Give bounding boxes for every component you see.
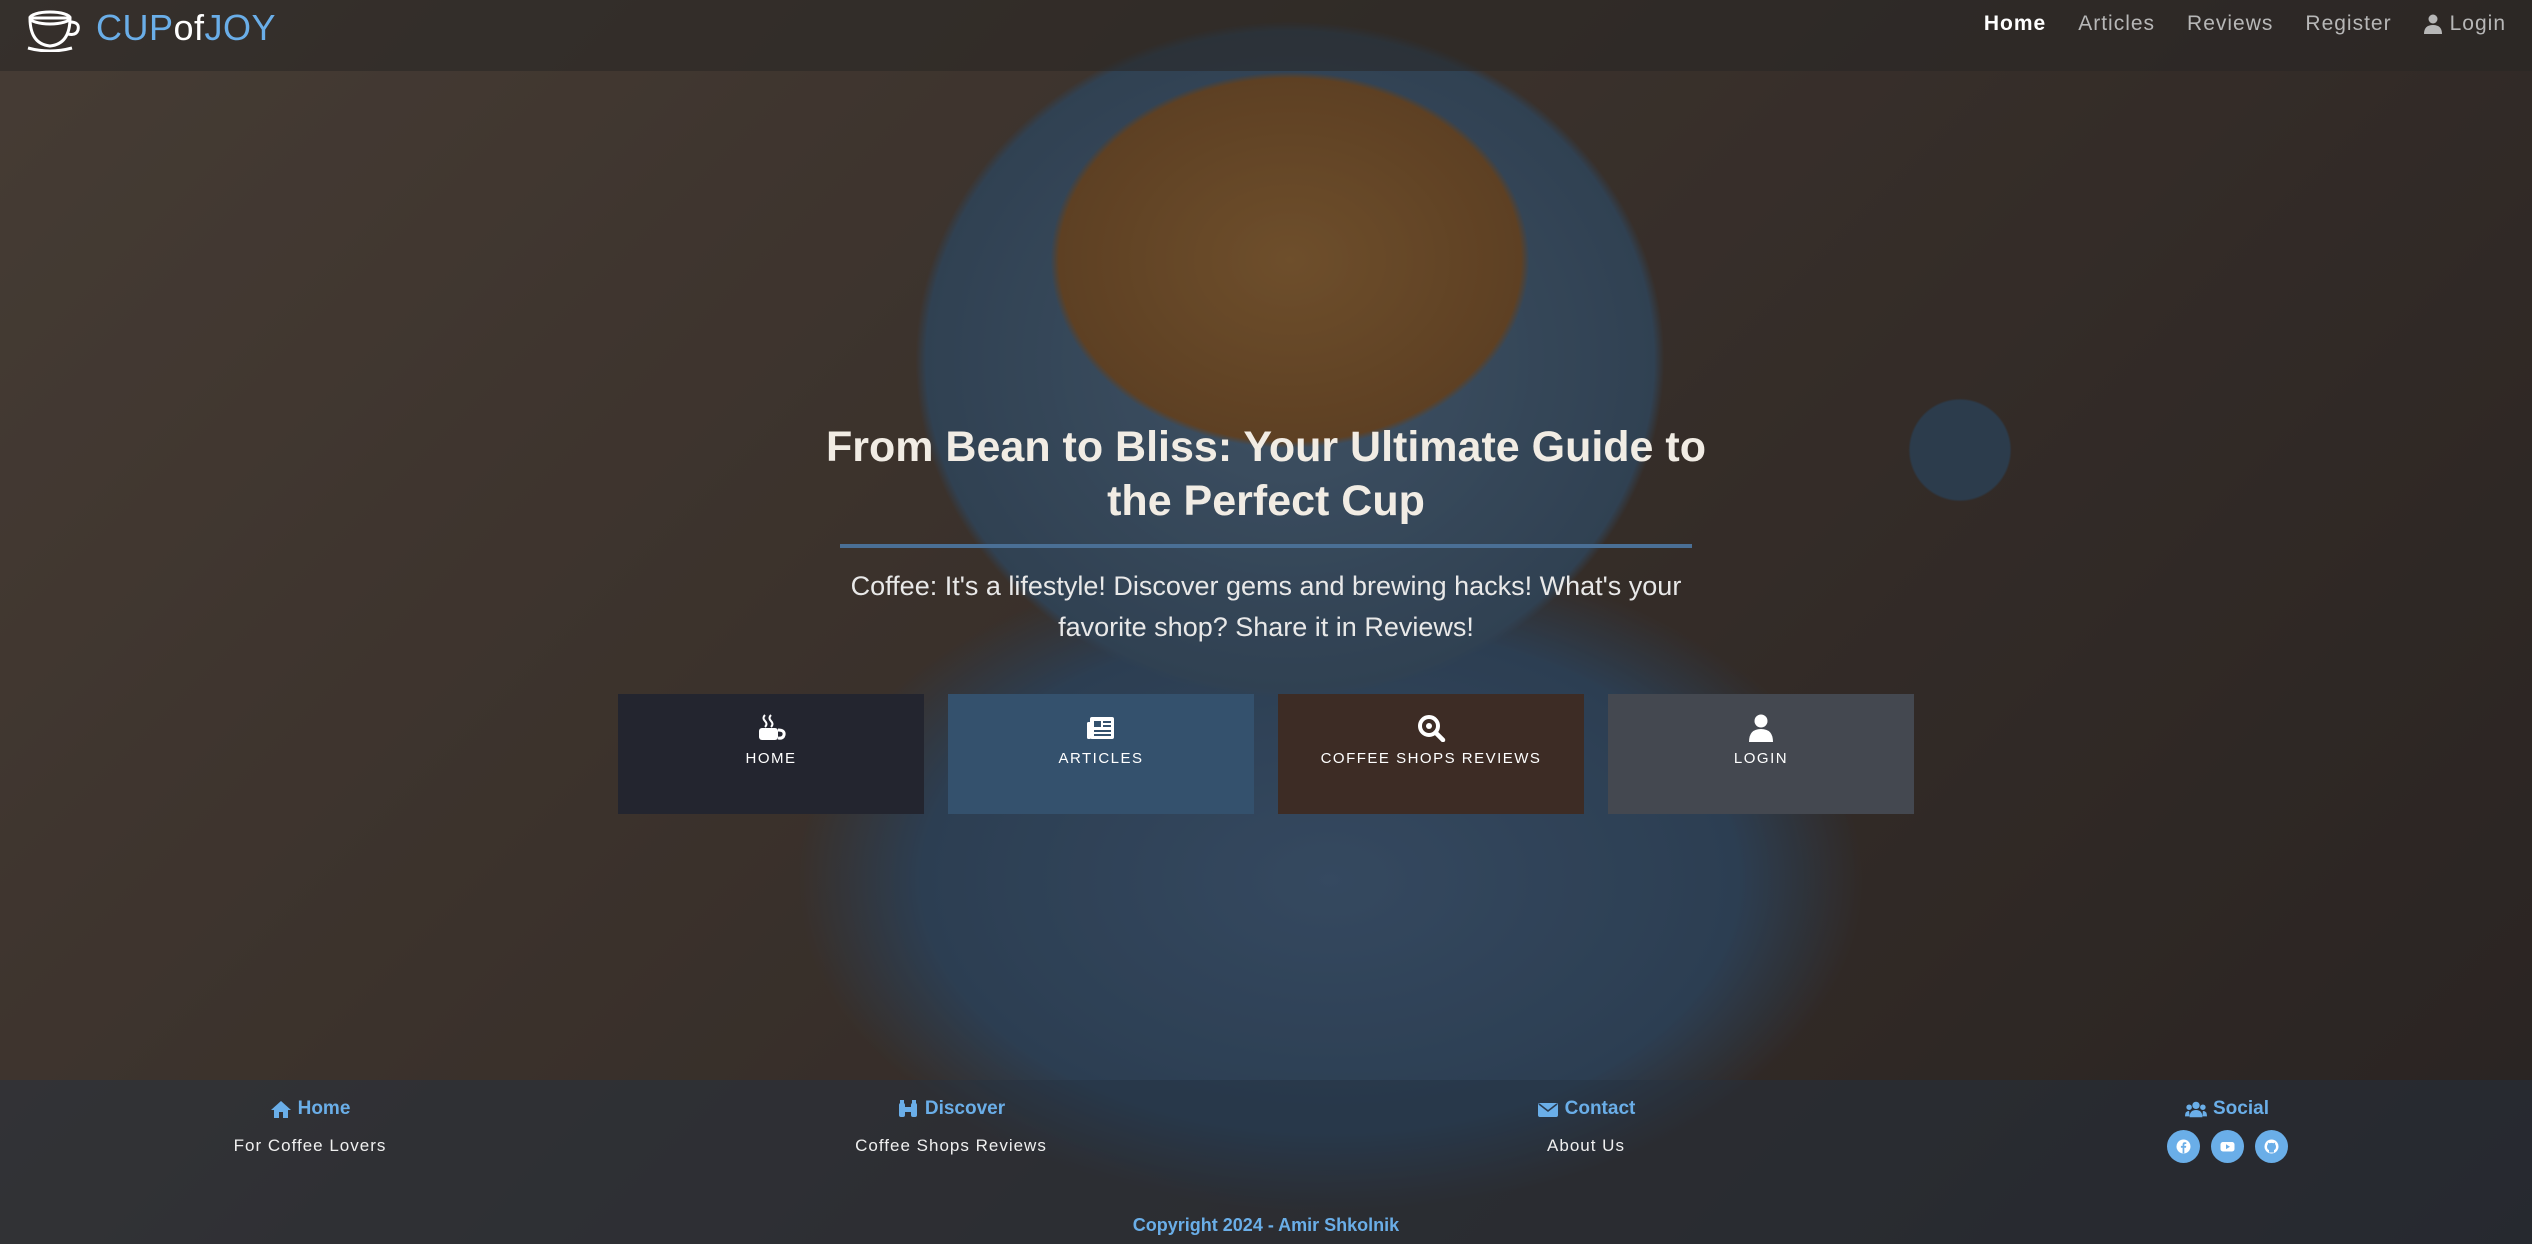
binoculars-icon [898, 1099, 917, 1117]
nav-register[interactable]: Register [2305, 12, 2391, 36]
footer-col-contact: Contact About Us [1406, 1098, 1766, 1156]
footer-discover-title-text: Discover [924, 1098, 1006, 1119]
tile-reviews-label: COFFEE SHOPS REVIEWS [1320, 750, 1542, 767]
house-icon [270, 1100, 291, 1118]
tile-coffee-shops-reviews[interactable]: COFFEE SHOPS REVIEWS [1278, 694, 1584, 814]
nav-reviews[interactable]: Reviews [2187, 12, 2273, 36]
navbar: CUPofJOY Home Articles Reviews Register … [0, 0, 2532, 71]
brand-logo[interactable]: CUPofJOY [26, 4, 276, 52]
tile-grid: HOME ARTICLES COFFEE SHOPS REVIEWS LOGIN [618, 694, 1914, 814]
tile-home[interactable]: HOME [618, 694, 924, 814]
hero-title: From Bean to Bliss: Your Ultimate Guide … [825, 423, 1706, 525]
nav-login[interactable]: Login [2423, 12, 2506, 36]
footer-contact-title: Contact [1406, 1098, 1766, 1120]
coffee-cup-icon [27, 10, 80, 52]
footer: Home For Coffee Lovers Discover Coffee S… [0, 1080, 2532, 1244]
user-icon [2423, 14, 2442, 34]
nav-links: Home Articles Reviews Register Login [1984, 12, 2506, 36]
envelope-icon [1537, 1102, 1558, 1117]
hero-divider [840, 544, 1692, 548]
github-button[interactable] [2254, 1130, 2288, 1163]
facebook-button[interactable] [2166, 1130, 2200, 1163]
footer-col-discover: Discover Coffee Shops Reviews [771, 1098, 1131, 1156]
brand-part-of: of [173, 7, 205, 48]
youtube-icon [2220, 1142, 2234, 1152]
github-icon [2264, 1139, 2278, 1154]
users-icon [2185, 1101, 2207, 1117]
footer-home-title-text: Home [297, 1098, 351, 1119]
tile-articles-label: ARTICLES [1058, 750, 1144, 767]
hero-section: From Bean to Bliss: Your Ultimate Guide … [0, 420, 2532, 648]
mug-hot-icon [759, 714, 786, 740]
tile-login-label: LOGIN [1733, 750, 1789, 767]
social-links [2047, 1130, 2407, 1163]
footer-link-about-us[interactable]: About Us [1406, 1136, 1766, 1156]
hero-subtitle: Coffee: It's a lifestyle! Discover gems … [850, 571, 1682, 642]
youtube-button[interactable] [2210, 1130, 2244, 1163]
facebook-icon [2176, 1139, 2190, 1154]
footer-discover-title: Discover [771, 1098, 1131, 1120]
user-icon [1749, 714, 1773, 742]
footer-social-title-text: Social [2213, 1098, 2269, 1119]
tile-articles[interactable]: ARTICLES [948, 694, 1254, 814]
footer-link-coffee-shops-reviews[interactable]: Coffee Shops Reviews [771, 1136, 1131, 1156]
footer-link-for-coffee-lovers[interactable]: For Coffee Lovers [130, 1136, 490, 1156]
newspaper-icon [1087, 717, 1114, 739]
footer-home-title: Home [130, 1098, 490, 1120]
brand-part-joy: JOY [204, 7, 277, 48]
nav-articles[interactable]: Articles [2078, 12, 2155, 36]
nav-login-label: Login [2449, 12, 2506, 35]
brand-part-cup: CUP [96, 7, 174, 48]
search-icon [1418, 715, 1446, 742]
footer-col-social: Social [2047, 1098, 2407, 1163]
nav-home[interactable]: Home [1984, 12, 2046, 36]
footer-col-home: Home For Coffee Lovers [130, 1098, 490, 1156]
tile-home-label: HOME [745, 750, 797, 767]
footer-social-title: Social [2047, 1098, 2407, 1120]
brand-name: CUPofJOY [96, 7, 276, 49]
footer-contact-title-text: Contact [1564, 1098, 1636, 1119]
copyright-text: Copyright 2024 - Amir Shkolnik [1132, 1215, 1400, 1235]
tile-login[interactable]: LOGIN [1608, 694, 1914, 814]
